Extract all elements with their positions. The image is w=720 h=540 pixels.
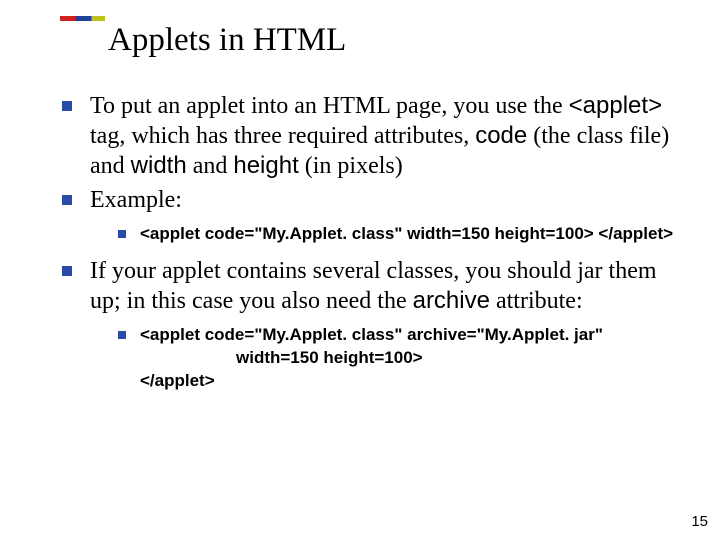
code-span: height (233, 152, 298, 179)
slide-title-area: Applets in HTML (0, 0, 720, 67)
code-span: width (131, 152, 187, 179)
sub-bullet-3: <applet code="My.Applet. class" archive=… (62, 324, 690, 393)
square-bullet-icon (62, 195, 72, 205)
code-span: code (475, 122, 527, 149)
bullet-1-text: To put an applet into an HTML page, you … (90, 91, 690, 181)
bullet-2-text: Example: (90, 185, 182, 215)
code-span: archive (413, 287, 490, 314)
text-span: (in pixels) (299, 153, 403, 179)
text-span: attribute: (490, 288, 583, 314)
code-line: </applet> (140, 371, 215, 390)
code-line: width=150 height=100> (140, 347, 603, 370)
square-bullet-icon (118, 331, 126, 339)
text-span: and (187, 153, 234, 179)
bullet-1: To put an applet into an HTML page, you … (62, 91, 690, 181)
bullet-2: Example: (62, 185, 690, 215)
slide-title: Applets in HTML (60, 18, 720, 59)
sub-bullet-2: <applet code="My.Applet. class" width=15… (62, 223, 690, 246)
bullet-3: If your applet contains several classes,… (62, 256, 690, 316)
bullet-3-text: If your applet contains several classes,… (90, 256, 690, 316)
code-line: <applet code="My.Applet. class" archive=… (140, 325, 603, 344)
code-example-1: <applet code="My.Applet. class" width=15… (140, 223, 673, 246)
code-span: <applet> (569, 92, 662, 119)
text-span: tag, which has three required attributes… (90, 123, 475, 149)
title-accent-bar (60, 16, 105, 21)
text-span: To put an applet into an HTML page, you … (90, 93, 569, 119)
page-number: 15 (691, 513, 708, 530)
square-bullet-icon (62, 266, 72, 276)
square-bullet-icon (62, 101, 72, 111)
square-bullet-icon (118, 230, 126, 238)
slide-content: To put an applet into an HTML page, you … (0, 67, 720, 393)
code-example-2: <applet code="My.Applet. class" archive=… (140, 324, 603, 393)
